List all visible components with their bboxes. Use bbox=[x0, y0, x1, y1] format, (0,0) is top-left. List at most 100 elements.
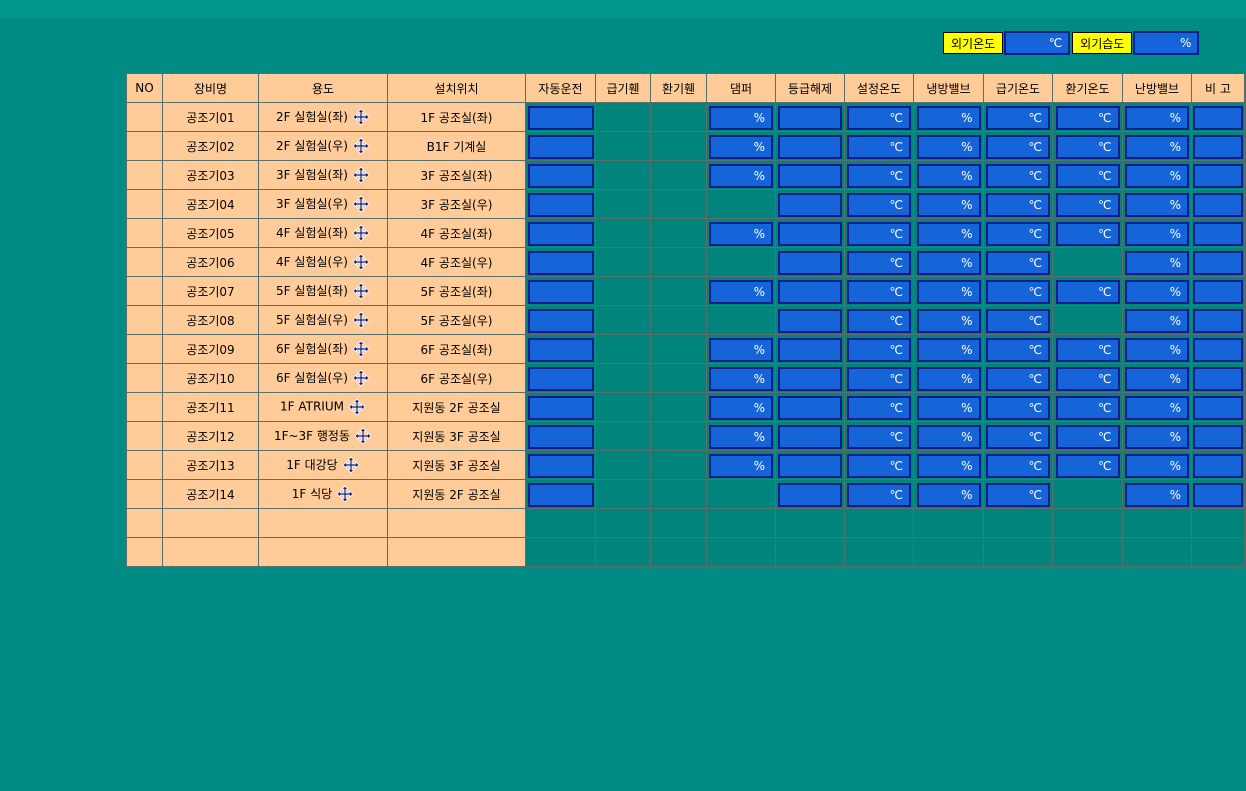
move-icon[interactable] bbox=[352, 311, 370, 329]
move-icon[interactable] bbox=[348, 398, 366, 416]
auto-run-button[interactable] bbox=[527, 337, 594, 362]
move-icon[interactable] bbox=[352, 166, 370, 184]
auto-run-button[interactable] bbox=[527, 482, 594, 507]
supply-temp-display[interactable]: ℃ bbox=[986, 482, 1050, 507]
release-button[interactable] bbox=[778, 134, 842, 159]
heating-valve-display[interactable]: % bbox=[1125, 308, 1189, 333]
supply-fan-status[interactable] bbox=[599, 279, 647, 304]
set-temp-display[interactable]: ℃ bbox=[847, 308, 911, 333]
supply-temp-display[interactable]: ℃ bbox=[986, 105, 1050, 130]
auto-run-button[interactable] bbox=[527, 221, 594, 246]
damper-display[interactable]: % bbox=[709, 424, 773, 449]
remarks-field[interactable] bbox=[1193, 279, 1243, 304]
release-button[interactable] bbox=[778, 192, 842, 217]
return-fan-status[interactable] bbox=[654, 279, 703, 304]
set-temp-display[interactable]: ℃ bbox=[847, 279, 911, 304]
move-icon[interactable] bbox=[352, 108, 370, 126]
heating-valve-display[interactable]: % bbox=[1125, 250, 1189, 275]
remarks-field[interactable] bbox=[1193, 453, 1243, 478]
return-temp-display[interactable]: ℃ bbox=[1055, 163, 1120, 188]
return-temp-display[interactable]: ℃ bbox=[1055, 192, 1120, 217]
supply-fan-status[interactable] bbox=[599, 250, 647, 275]
heating-valve-display[interactable]: % bbox=[1125, 134, 1189, 159]
supply-temp-display[interactable]: ℃ bbox=[986, 134, 1050, 159]
cooling-valve-display[interactable]: % bbox=[916, 134, 981, 159]
damper-display[interactable]: % bbox=[709, 134, 773, 159]
damper-display[interactable]: % bbox=[709, 279, 773, 304]
supply-temp-display[interactable]: ℃ bbox=[986, 279, 1050, 304]
return-temp-display[interactable]: ℃ bbox=[1055, 279, 1120, 304]
heating-valve-display[interactable]: % bbox=[1125, 192, 1189, 217]
supply-fan-status[interactable] bbox=[599, 366, 647, 391]
cooling-valve-display[interactable]: % bbox=[916, 250, 981, 275]
return-fan-status[interactable] bbox=[654, 308, 703, 333]
move-icon[interactable] bbox=[352, 369, 370, 387]
return-fan-status[interactable] bbox=[654, 482, 703, 507]
auto-run-button[interactable] bbox=[527, 250, 594, 275]
return-fan-status[interactable] bbox=[654, 134, 703, 159]
cooling-valve-display[interactable]: % bbox=[916, 337, 981, 362]
remarks-field[interactable] bbox=[1193, 366, 1243, 391]
supply-temp-display[interactable]: ℃ bbox=[986, 221, 1050, 246]
heating-valve-display[interactable]: % bbox=[1125, 453, 1189, 478]
cooling-valve-display[interactable]: % bbox=[916, 482, 981, 507]
supply-temp-display[interactable]: ℃ bbox=[986, 163, 1050, 188]
return-temp-display[interactable]: ℃ bbox=[1055, 337, 1120, 362]
remarks-field[interactable] bbox=[1193, 192, 1243, 217]
release-button[interactable] bbox=[778, 366, 842, 391]
set-temp-display[interactable]: ℃ bbox=[847, 453, 911, 478]
heating-valve-display[interactable]: % bbox=[1125, 482, 1189, 507]
remarks-field[interactable] bbox=[1193, 134, 1243, 159]
remarks-field[interactable] bbox=[1193, 337, 1243, 362]
supply-temp-display[interactable]: ℃ bbox=[986, 308, 1050, 333]
auto-run-button[interactable] bbox=[527, 105, 594, 130]
move-icon[interactable] bbox=[352, 195, 370, 213]
return-fan-status[interactable] bbox=[654, 395, 703, 420]
supply-temp-display[interactable]: ℃ bbox=[986, 337, 1050, 362]
supply-fan-status[interactable] bbox=[599, 308, 647, 333]
release-button[interactable] bbox=[778, 453, 842, 478]
cooling-valve-display[interactable]: % bbox=[916, 192, 981, 217]
supply-fan-status[interactable] bbox=[599, 221, 647, 246]
supply-fan-status[interactable] bbox=[599, 163, 647, 188]
release-button[interactable] bbox=[778, 250, 842, 275]
supply-fan-status[interactable] bbox=[599, 424, 647, 449]
cooling-valve-display[interactable]: % bbox=[916, 453, 981, 478]
return-temp-display[interactable]: ℃ bbox=[1055, 395, 1120, 420]
return-fan-status[interactable] bbox=[654, 221, 703, 246]
auto-run-button[interactable] bbox=[527, 366, 594, 391]
damper-display[interactable]: % bbox=[709, 221, 773, 246]
release-button[interactable] bbox=[778, 105, 842, 130]
damper-display[interactable]: % bbox=[709, 337, 773, 362]
auto-run-button[interactable] bbox=[527, 453, 594, 478]
cooling-valve-display[interactable]: % bbox=[916, 308, 981, 333]
move-icon[interactable] bbox=[352, 137, 370, 155]
remarks-field[interactable] bbox=[1193, 482, 1243, 507]
release-button[interactable] bbox=[778, 221, 842, 246]
return-temp-display[interactable]: ℃ bbox=[1055, 134, 1120, 159]
move-icon[interactable] bbox=[354, 427, 372, 445]
supply-fan-status[interactable] bbox=[599, 395, 647, 420]
heating-valve-display[interactable]: % bbox=[1125, 395, 1189, 420]
cooling-valve-display[interactable]: % bbox=[916, 279, 981, 304]
damper-display[interactable]: % bbox=[709, 366, 773, 391]
move-icon[interactable] bbox=[352, 282, 370, 300]
auto-run-button[interactable] bbox=[527, 395, 594, 420]
set-temp-display[interactable]: ℃ bbox=[847, 482, 911, 507]
set-temp-display[interactable]: ℃ bbox=[847, 105, 911, 130]
remarks-field[interactable] bbox=[1193, 163, 1243, 188]
heating-valve-display[interactable]: % bbox=[1125, 163, 1189, 188]
move-icon[interactable] bbox=[336, 485, 354, 503]
supply-fan-status[interactable] bbox=[599, 192, 647, 217]
return-fan-status[interactable] bbox=[654, 453, 703, 478]
set-temp-display[interactable]: ℃ bbox=[847, 192, 911, 217]
supply-temp-display[interactable]: ℃ bbox=[986, 453, 1050, 478]
damper-display[interactable]: % bbox=[709, 163, 773, 188]
auto-run-button[interactable] bbox=[527, 192, 594, 217]
damper-display[interactable]: % bbox=[709, 395, 773, 420]
return-fan-status[interactable] bbox=[654, 424, 703, 449]
release-button[interactable] bbox=[778, 308, 842, 333]
remarks-field[interactable] bbox=[1193, 424, 1243, 449]
auto-run-button[interactable] bbox=[527, 134, 594, 159]
damper-display[interactable]: % bbox=[709, 453, 773, 478]
